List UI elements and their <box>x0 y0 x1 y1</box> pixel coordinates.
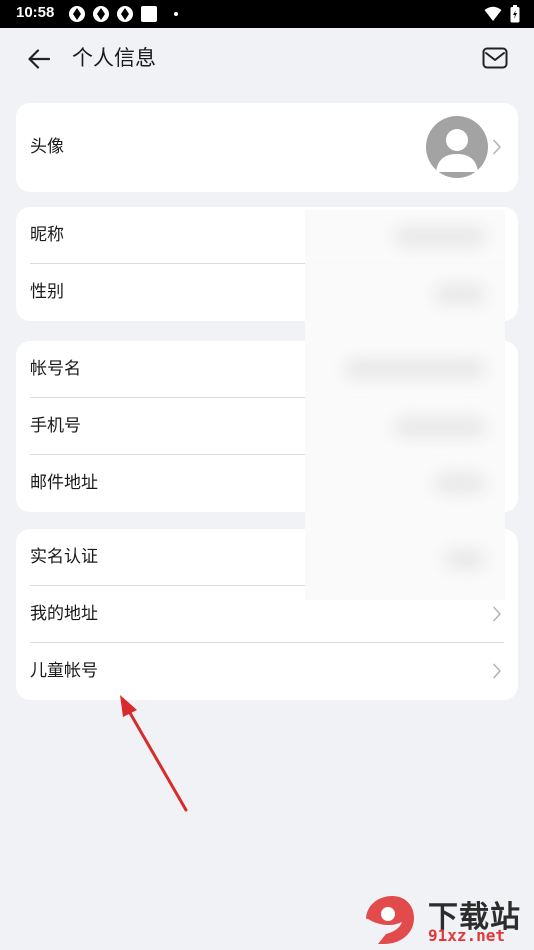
mail-icon <box>482 47 508 69</box>
notification-icons <box>68 5 178 23</box>
square-notification-icon <box>141 6 157 22</box>
redacted-value <box>445 550 485 568</box>
child-account-label: 儿童帐号 <box>30 661 98 681</box>
status-bar: 10:58 <box>0 0 534 28</box>
email-label: 邮件地址 <box>30 473 98 493</box>
avatar-card: 头像 <box>16 103 518 192</box>
status-time: 10:58 <box>16 4 55 21</box>
watermark-logo-icon <box>366 896 414 944</box>
redacted-value <box>395 418 485 436</box>
site-watermark: 下载站 91xz.net <box>362 890 532 948</box>
wifi-icon <box>484 6 502 21</box>
avatar-label: 头像 <box>30 137 64 157</box>
redacted-values-overlay <box>305 210 505 600</box>
app-notification-icon <box>93 6 109 22</box>
status-right-icons <box>484 5 520 23</box>
back-button[interactable] <box>22 44 56 74</box>
app-notification-icon <box>117 6 133 22</box>
avatar[interactable] <box>426 116 488 178</box>
back-arrow-icon <box>28 49 50 69</box>
chevron-right-icon <box>493 663 501 679</box>
avatar-placeholder-icon <box>436 129 478 172</box>
app-notification-icon <box>69 6 85 22</box>
my-address-label: 我的地址 <box>30 604 98 624</box>
redacted-value <box>435 474 485 492</box>
chevron-right-icon <box>493 139 501 155</box>
chevron-right-icon <box>493 606 501 622</box>
child-account-row[interactable]: 儿童帐号 <box>16 643 518 700</box>
gender-label: 性别 <box>30 282 64 302</box>
watermark-url: 91xz.net <box>428 926 506 945</box>
avatar-row[interactable]: 头像 <box>16 103 518 192</box>
message-button[interactable] <box>480 44 510 72</box>
redacted-value <box>345 360 485 378</box>
real-name-label: 实名认证 <box>30 547 98 567</box>
redacted-value <box>435 285 485 303</box>
more-notifications-dot <box>174 12 178 16</box>
account-name-label: 帐号名 <box>30 359 81 379</box>
app-header: 个人信息 <box>0 28 534 88</box>
annotation-arrow <box>120 695 188 812</box>
battery-icon <box>510 5 520 23</box>
nickname-label: 昵称 <box>30 225 64 245</box>
page-title: 个人信息 <box>72 46 156 70</box>
phone-label: 手机号 <box>30 416 81 436</box>
redacted-value <box>395 228 485 246</box>
